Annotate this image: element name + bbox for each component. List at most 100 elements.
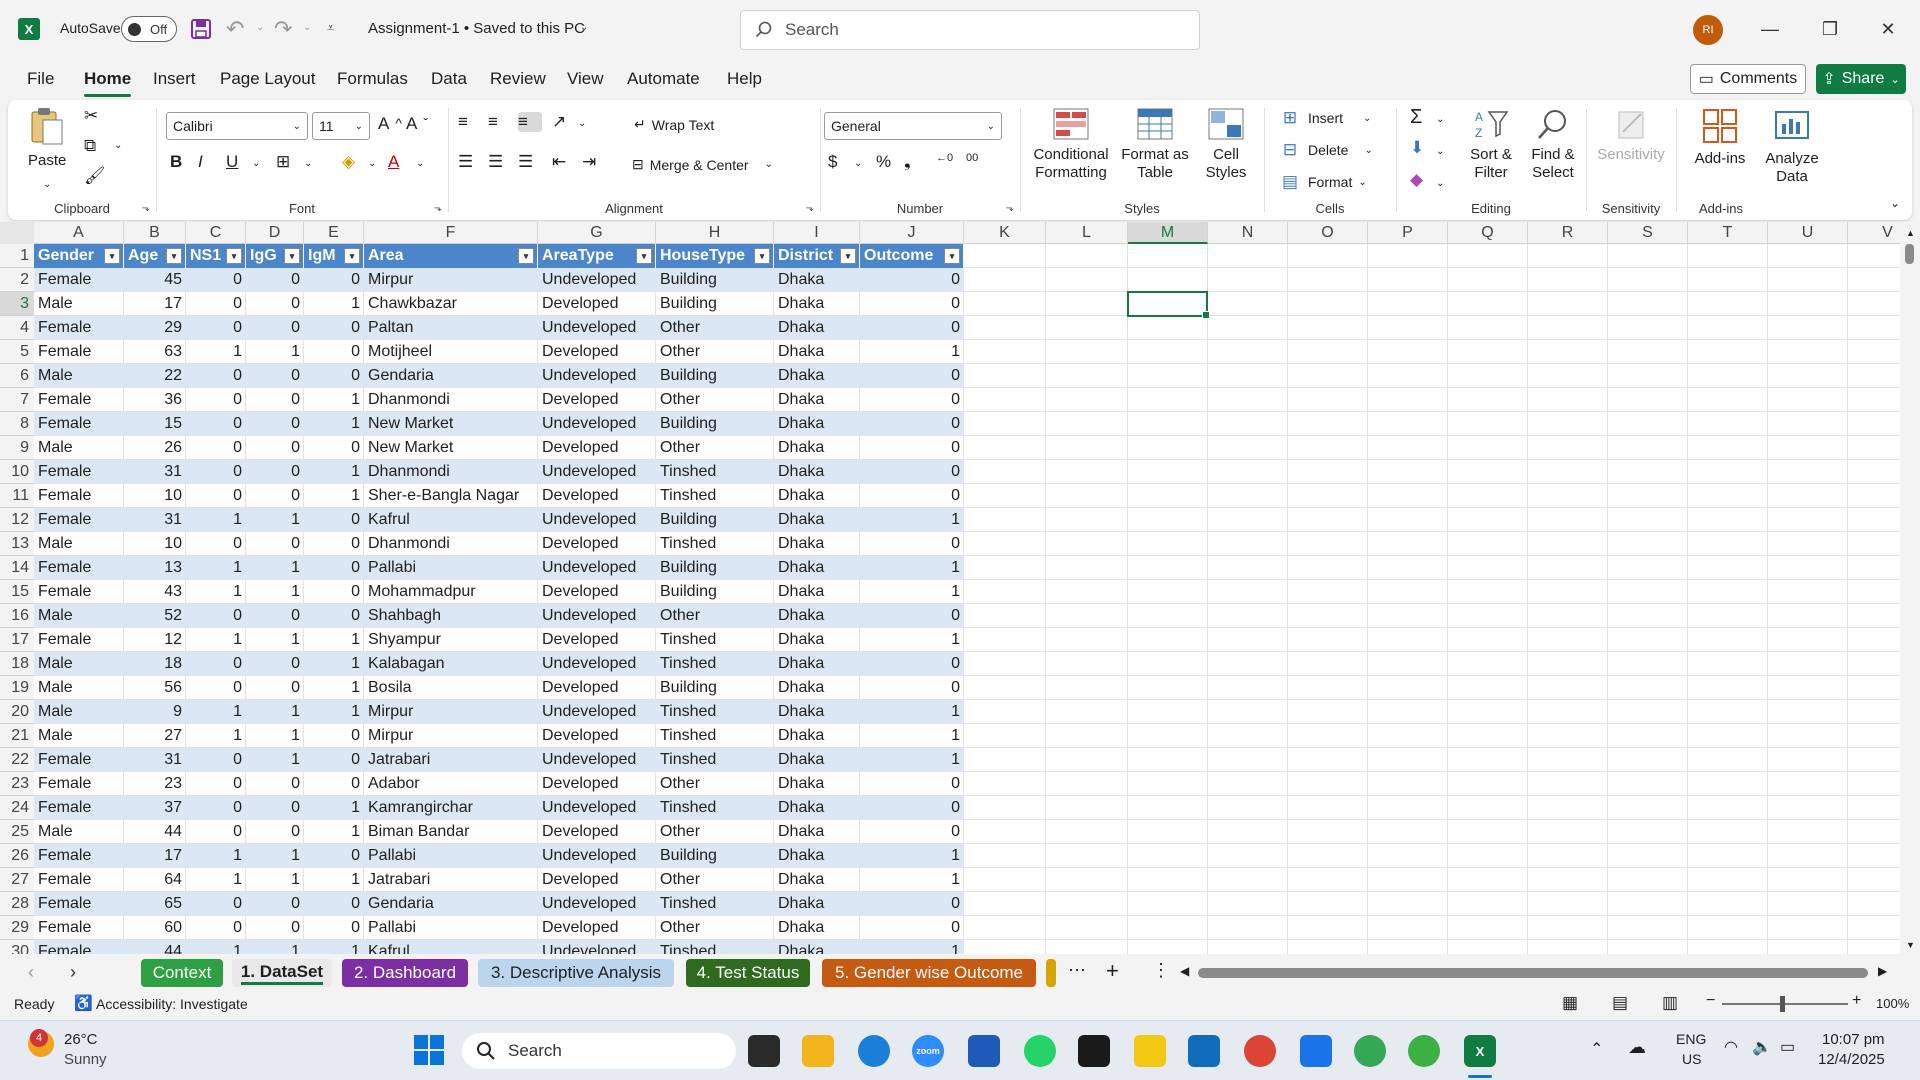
- table-cell[interactable]: Developed: [538, 868, 656, 892]
- comma-icon[interactable]: ❟: [904, 152, 928, 172]
- autosum-icon[interactable]: Σ: [1410, 106, 1434, 129]
- table-cell[interactable]: Dhaka: [774, 652, 860, 676]
- table-cell[interactable]: Female: [34, 556, 124, 580]
- table-cell[interactable]: 0: [186, 436, 246, 460]
- filter-dropdown-icon[interactable]: ▾: [104, 248, 120, 264]
- menu-home[interactable]: Home: [84, 69, 132, 97]
- horizontal-scroll-thumb[interactable]: [1198, 968, 1868, 978]
- table-cell[interactable]: Dhaka: [774, 820, 860, 844]
- table-cell[interactable]: Dhanmondi: [364, 460, 538, 484]
- table-cell[interactable]: Developed: [538, 580, 656, 604]
- percent-icon[interactable]: %: [876, 152, 900, 172]
- table-cell[interactable]: 1: [860, 748, 964, 772]
- table-cell[interactable]: 1: [246, 940, 304, 954]
- table-cell[interactable]: 1: [304, 292, 364, 316]
- zoom-out-icon[interactable]: −: [1706, 992, 1715, 1010]
- table-cell[interactable]: 1: [860, 700, 964, 724]
- table-cell[interactable]: 1: [304, 412, 364, 436]
- row-header[interactable]: 23: [0, 772, 34, 796]
- table-cell[interactable]: Dhaka: [774, 412, 860, 436]
- table-cell[interactable]: Sher-e-Bangla Nagar: [364, 484, 538, 508]
- table-cell[interactable]: Mirpur: [364, 700, 538, 724]
- row-header[interactable]: 12: [0, 508, 34, 532]
- column-header-f[interactable]: F: [364, 222, 538, 244]
- table-cell[interactable]: 1: [246, 748, 304, 772]
- menu-help[interactable]: Help: [727, 69, 762, 89]
- table-cell[interactable]: 1: [186, 700, 246, 724]
- table-cell[interactable]: 0: [186, 820, 246, 844]
- menu-review[interactable]: Review: [490, 69, 546, 89]
- clock-time[interactable]: 10:07 pm: [1822, 1031, 1885, 1048]
- table-cell[interactable]: 0: [186, 676, 246, 700]
- table-cell[interactable]: 0: [186, 772, 246, 796]
- increase-decimal-icon[interactable]: ←0: [936, 152, 960, 164]
- table-cell[interactable]: Pallabi: [364, 916, 538, 940]
- table-cell[interactable]: Tinshed: [656, 940, 774, 954]
- table-cell[interactable]: 0: [186, 460, 246, 484]
- table-cell[interactable]: 1: [246, 556, 304, 580]
- table-cell[interactable]: 0: [860, 892, 964, 916]
- table-cell[interactable]: Other: [656, 916, 774, 940]
- table-cell[interactable]: 0: [304, 604, 364, 628]
- borders-icon[interactable]: ⊞: [276, 152, 300, 172]
- table-cell[interactable]: 0: [186, 316, 246, 340]
- table-cell[interactable]: 10: [124, 484, 186, 508]
- table-cell[interactable]: 1: [186, 556, 246, 580]
- search-input[interactable]: Search: [740, 10, 1200, 50]
- table-cell[interactable]: 1: [304, 484, 364, 508]
- table-cell[interactable]: Building: [656, 412, 774, 436]
- table-cell[interactable]: Tinshed: [656, 796, 774, 820]
- row-header[interactable]: 8: [0, 412, 34, 436]
- table-cell[interactable]: Kafrul: [364, 508, 538, 532]
- file-explorer-icon[interactable]: [802, 1035, 834, 1067]
- table-cell[interactable]: Other: [656, 340, 774, 364]
- paste-button[interactable]: Paste ⌄: [28, 106, 66, 194]
- table-cell[interactable]: Dhaka: [774, 628, 860, 652]
- zoom-slider[interactable]: [1722, 1003, 1848, 1005]
- tab-options-icon[interactable]: ⋮: [1152, 960, 1170, 981]
- row-header[interactable]: 13: [0, 532, 34, 556]
- tab-dataset[interactable]: 1. DataSet: [232, 959, 332, 987]
- column-header-s[interactable]: S: [1608, 222, 1688, 244]
- table-cell[interactable]: 0: [246, 652, 304, 676]
- table-cell[interactable]: Dhaka: [774, 316, 860, 340]
- filter-dropdown-icon[interactable]: ▾: [166, 248, 182, 264]
- table-cell[interactable]: Tinshed: [656, 532, 774, 556]
- table-cell[interactable]: Undeveloped: [538, 652, 656, 676]
- table-cell[interactable]: Dhaka: [774, 748, 860, 772]
- table-cell[interactable]: 1: [186, 628, 246, 652]
- wrap-text-button[interactable]: ↵ Wrap Text: [634, 116, 714, 133]
- table-cell[interactable]: 1: [246, 724, 304, 748]
- table-header-cell[interactable]: IgM ▾: [304, 244, 364, 268]
- table-cell[interactable]: 0: [860, 916, 964, 940]
- table-cell[interactable]: Dhaka: [774, 892, 860, 916]
- table-cell[interactable]: 1: [186, 844, 246, 868]
- table-cell[interactable]: 0: [304, 340, 364, 364]
- table-cell[interactable]: 0: [186, 364, 246, 388]
- align-middle-icon[interactable]: ≡: [488, 112, 512, 132]
- table-cell[interactable]: Dhaka: [774, 604, 860, 628]
- table-cell[interactable]: 0: [186, 388, 246, 412]
- table-cell[interactable]: Male: [34, 604, 124, 628]
- tab-descriptive-analysis[interactable]: 3. Descriptive Analysis: [478, 959, 674, 987]
- underline-dropdown-icon[interactable]: ⌄: [252, 158, 260, 169]
- delete-cells-button[interactable]: ⊟ Delete ⌄: [1278, 140, 1373, 160]
- table-cell[interactable]: Female: [34, 316, 124, 340]
- start-icon[interactable]: [414, 1035, 444, 1065]
- table-cell[interactable]: 0: [186, 916, 246, 940]
- table-cell[interactable]: Dhaka: [774, 292, 860, 316]
- table-cell[interactable]: Dhaka: [774, 532, 860, 556]
- table-cell[interactable]: 37: [124, 796, 186, 820]
- table-cell[interactable]: 1: [304, 868, 364, 892]
- table-cell[interactable]: Female: [34, 460, 124, 484]
- table-cell[interactable]: 22: [124, 364, 186, 388]
- table-cell[interactable]: 0: [304, 436, 364, 460]
- table-cell[interactable]: 0: [246, 388, 304, 412]
- table-cell[interactable]: Biman Bandar: [364, 820, 538, 844]
- table-cell[interactable]: Kalabagan: [364, 652, 538, 676]
- chrome-profile-icon[interactable]: [1354, 1035, 1386, 1067]
- table-cell[interactable]: 0: [860, 820, 964, 844]
- table-cell[interactable]: Other: [656, 388, 774, 412]
- filter-dropdown-icon[interactable]: ▾: [226, 248, 242, 264]
- language-label[interactable]: ENG: [1676, 1031, 1706, 1047]
